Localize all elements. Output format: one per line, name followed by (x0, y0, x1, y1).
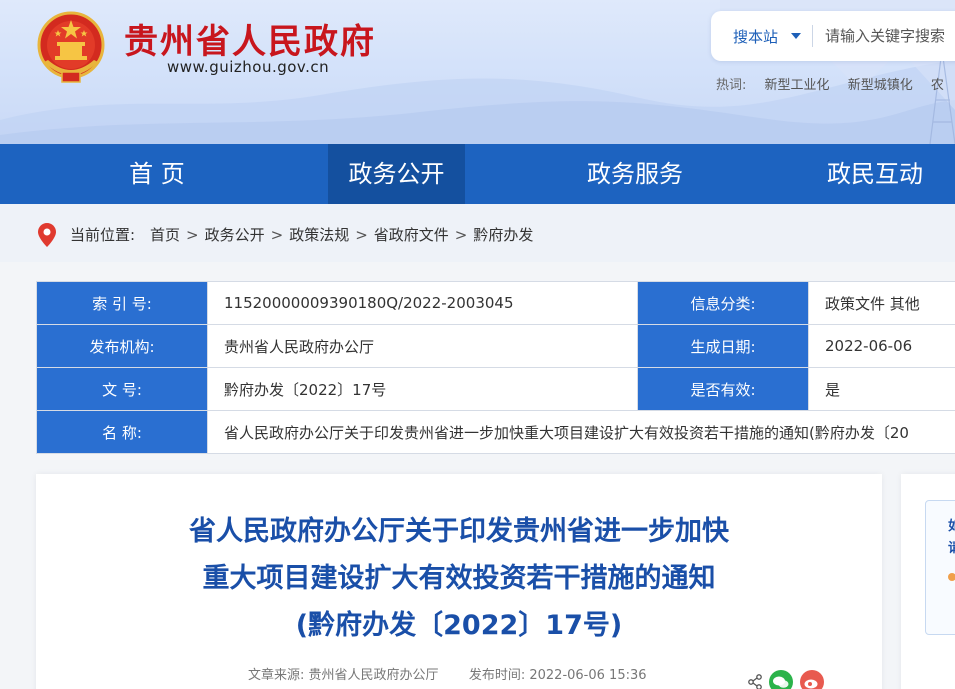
side-widget[interactable]: 如 请 (925, 500, 955, 635)
doc-number-label: 文 号: (36, 367, 208, 411)
article-meta: 文章来源: 贵州省人民政府办公厅 发布时间: 2022-06-06 15:36 (248, 664, 647, 683)
breadcrumb-link[interactable]: 黔府办发 (473, 226, 533, 244)
breadcrumb-separator: > (454, 226, 468, 244)
hotwords-bar: 热词: 新型工业化 新型城镇化 农 (716, 74, 955, 93)
nav-item-government-affairs[interactable]: 政务公开 (328, 144, 465, 204)
breadcrumb-link[interactable]: 政策法规 (289, 226, 349, 244)
source-value: 贵州省人民政府办公厅 (308, 668, 439, 683)
doc-name-value: 省人民政府办公厅关于印发贵州省进一步加快重大项目建设扩大有效投资若干措施的通知(… (207, 410, 955, 454)
publisher-value: 贵州省人民政府办公厅 (207, 324, 638, 368)
wechat-share-icon[interactable] (769, 670, 793, 689)
site-url: www.guizhou.gov.cn (167, 58, 330, 76)
publish-time-value: 2022-06-06 15:36 (529, 668, 647, 683)
article-title-line: 重大项目建设扩大有效投资若干措施的通知 (202, 563, 716, 594)
share-icon[interactable] (747, 674, 763, 689)
breadcrumb-link[interactable]: 省政府文件 (374, 226, 449, 244)
category-label: 信息分类: (637, 281, 809, 325)
table-row: 发布机构: 贵州省人民政府办公厅 生成日期: 2022-06-06 (36, 324, 955, 368)
table-row: 名 称: 省人民政府办公厅关于印发贵州省进一步加快重大项目建设扩大有效投资若干措… (36, 410, 955, 454)
date-value: 2022-06-06 (808, 324, 955, 368)
search-input[interactable] (825, 23, 955, 49)
valid-value: 是 (808, 367, 955, 411)
breadcrumb-separator: > (355, 226, 368, 244)
publisher-label: 发布机构: (36, 324, 208, 368)
doc-name-label: 名 称: (36, 410, 208, 454)
nav-item-public-interaction[interactable]: 政民互动 (810, 144, 940, 204)
breadcrumb-separator: > (270, 226, 284, 244)
nav-item-home[interactable]: 首 页 (92, 144, 222, 204)
breadcrumb: 当前位置: 首页 > 政务公开 > 政策法规 > 省政府文件 > 黔府办发 (0, 204, 955, 262)
side-widget-text: 如 (948, 519, 955, 534)
site-header: 贵州省人民政府 www.guizhou.gov.cn 搜本站 热词: 新型工业化… (0, 0, 955, 144)
hotword-link[interactable]: 新型城镇化 (848, 78, 913, 93)
hotword-link[interactable]: 农 (931, 78, 944, 93)
breadcrumb-label: 当前位置: (70, 226, 136, 244)
search-box: 搜本站 (711, 11, 955, 61)
hotwords-label: 热词: (716, 78, 747, 93)
document-info-table: 索 引 号: 11520000009390180Q/2022-2003045 信… (36, 281, 955, 454)
weibo-share-icon[interactable] (800, 670, 824, 689)
publish-time-label: 发布时间: (468, 668, 526, 683)
table-row: 文 号: 黔府办发〔2022〕17号 是否有效: 是 (36, 367, 955, 411)
index-number-label: 索 引 号: (36, 281, 208, 325)
category-value: 政策文件 其他 (808, 281, 955, 325)
side-widget-text: 请 (948, 541, 955, 556)
breadcrumb-link[interactable]: 政务公开 (205, 226, 265, 244)
table-row: 索 引 号: 11520000009390180Q/2022-2003045 信… (36, 281, 955, 325)
date-label: 生成日期: (637, 324, 809, 368)
dot-icon (948, 573, 955, 581)
hotword-link[interactable]: 新型工业化 (765, 78, 830, 93)
article-panel: 省人民政府办公厅关于印发贵州省进一步加快 重大项目建设扩大有效投资若干措施的通知… (36, 474, 882, 689)
doc-number-value: 黔府办发〔2022〕17号 (207, 367, 638, 411)
national-emblem-icon (37, 11, 105, 83)
search-divider (812, 25, 813, 47)
breadcrumb-link[interactable]: 首页 (150, 226, 180, 244)
side-panel: 如 请 (901, 474, 955, 689)
location-pin-icon (38, 223, 56, 247)
search-scope-select[interactable]: 搜本站 (733, 26, 778, 47)
breadcrumb-links: 首页 > 政务公开 > 政策法规 > 省政府文件 > 黔府办发 (150, 224, 533, 245)
article-title: 省人民政府办公厅关于印发贵州省进一步加快 重大项目建设扩大有效投资若干措施的通知… (36, 508, 882, 649)
article-title-line: (黔府办发〔2022〕17号) (295, 610, 623, 641)
chevron-down-icon[interactable] (791, 33, 801, 39)
main-nav: 首 页 政务公开 政务服务 政民互动 (0, 144, 955, 204)
source-label: 文章来源: (248, 668, 305, 683)
article-title-line: 省人民政府办公厅关于印发贵州省进一步加快 (189, 516, 729, 547)
site-name[interactable]: 贵州省人民政府 (124, 14, 376, 63)
index-number-value: 11520000009390180Q/2022-2003045 (207, 281, 638, 325)
nav-item-government-services[interactable]: 政务服务 (570, 144, 700, 204)
breadcrumb-separator: > (186, 226, 199, 244)
valid-label: 是否有效: (637, 367, 809, 411)
